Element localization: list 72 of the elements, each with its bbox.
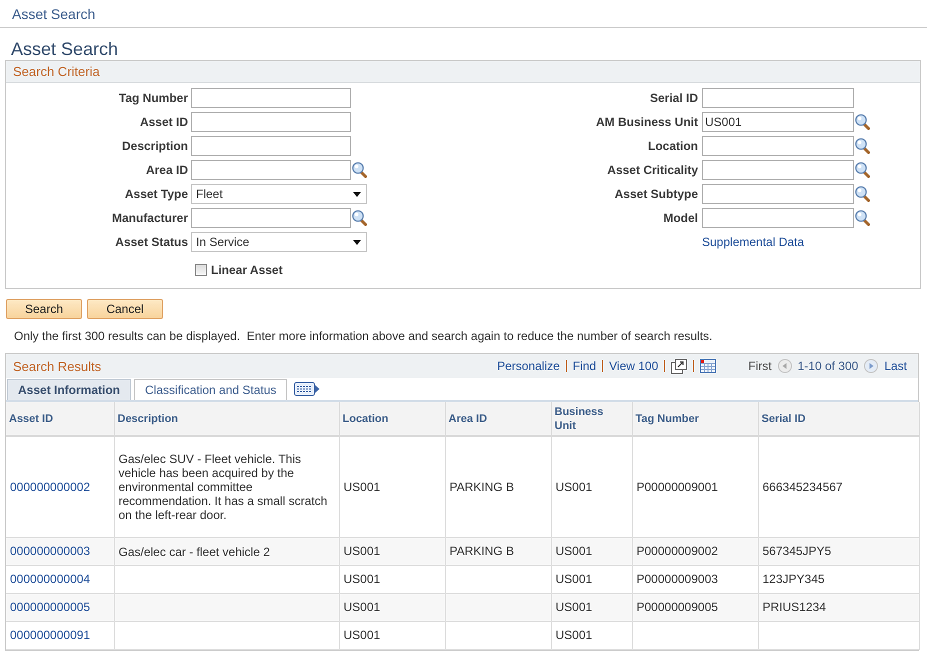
field-label: Asset Type	[124, 187, 189, 201]
input-field[interactable]	[702, 160, 854, 180]
search-icon[interactable]	[855, 138, 870, 154]
pager-link: First	[748, 359, 772, 373]
field-label: Tag Number	[118, 91, 189, 105]
column-header[interactable]: Tag Number	[632, 402, 758, 436]
search-icon[interactable]	[855, 162, 870, 178]
field-label: Asset Subtype	[614, 187, 699, 201]
next-icon[interactable]	[864, 359, 878, 373]
previous-icon[interactable]	[778, 359, 792, 373]
columns-icon[interactable]	[294, 382, 320, 396]
input-field[interactable]: US001	[702, 112, 854, 132]
column-header[interactable]: Business Unit	[551, 402, 632, 436]
search-icon[interactable]	[352, 210, 367, 226]
search-button[interactable]: Search	[6, 299, 82, 319]
input-field[interactable]	[702, 208, 854, 228]
field-label: Asset ID	[138, 115, 189, 129]
search-icon[interactable]	[352, 162, 367, 178]
input-field[interactable]	[702, 184, 854, 204]
spreadsheet-icon[interactable]	[700, 359, 716, 373]
input-field[interactable]	[191, 112, 351, 132]
results-limit-notice: Only the first 300 results can be displayed. Enter more information above and search again to reduce the number of search results.	[14, 328, 714, 344]
caret-icon	[353, 192, 361, 196]
dropdown[interactable]: In Service	[191, 232, 367, 252]
column-header[interactable]: Serial ID	[758, 402, 919, 436]
toolbar-link[interactable]: Find	[572, 359, 596, 373]
search-icon[interactable]	[855, 210, 870, 226]
field-label: Serial ID	[648, 91, 699, 105]
column-header[interactable]: Location	[339, 402, 445, 436]
asset-id-link[interactable]: 000000000091	[10, 628, 90, 642]
column-header[interactable]: Description	[114, 402, 339, 436]
field-label: Description	[120, 139, 189, 153]
input-field[interactable]	[191, 88, 351, 108]
asset-id-link[interactable]: 000000000002	[10, 480, 90, 494]
toolbar-link[interactable]: Personalize	[497, 359, 560, 373]
new-window-icon[interactable]	[671, 358, 688, 374]
field-label: Location	[647, 139, 699, 153]
page-title: Asset Search	[11, 38, 120, 60]
input-field[interactable]	[702, 88, 854, 108]
asset-id-link[interactable]: 000000000003	[10, 544, 90, 558]
asset-id-link[interactable]: 000000000005	[10, 600, 90, 614]
field-label: Manufacturer	[110, 211, 189, 225]
section-title: Search Results	[13, 358, 102, 374]
caret-icon	[353, 240, 361, 244]
section-title: Search Criteria	[13, 64, 100, 79]
column-header[interactable]: Asset ID	[6, 402, 114, 436]
column-header[interactable]: Area ID	[445, 402, 551, 436]
asset-id-link[interactable]: 000000000004	[10, 572, 90, 586]
input-field[interactable]	[191, 208, 351, 228]
tab[interactable]: Classification and Status	[134, 379, 288, 400]
search-icon[interactable]	[855, 114, 870, 130]
input-field[interactable]	[191, 136, 351, 156]
input-field[interactable]	[702, 136, 854, 156]
input-field[interactable]	[191, 160, 351, 180]
supplemental-data-link[interactable]: Supplemental Data	[702, 235, 804, 249]
breadcrumb-title: Asset Search	[12, 6, 96, 22]
table-cell: US001	[339, 622, 445, 650]
dropdown[interactable]: Fleet	[191, 184, 367, 204]
toolbar-link[interactable]: View 100	[609, 359, 658, 373]
field-label: Asset Status	[114, 235, 189, 249]
checkbox-label: Linear Asset	[211, 263, 283, 277]
search-icon[interactable]	[855, 186, 870, 202]
cancel-button[interactable]: Cancel	[87, 299, 163, 319]
field-label: Asset Criticality	[606, 163, 699, 177]
checkbox[interactable]	[195, 264, 207, 276]
tab[interactable]: Asset Information	[7, 379, 132, 400]
pager-link[interactable]: Last	[884, 359, 907, 373]
field-label: Area ID	[144, 163, 189, 177]
field-label: Model	[662, 211, 699, 225]
field-label: AM Business Unit	[594, 115, 699, 129]
table-cell: US001	[551, 622, 632, 650]
pager-range: 1-10 of 300	[798, 359, 858, 373]
